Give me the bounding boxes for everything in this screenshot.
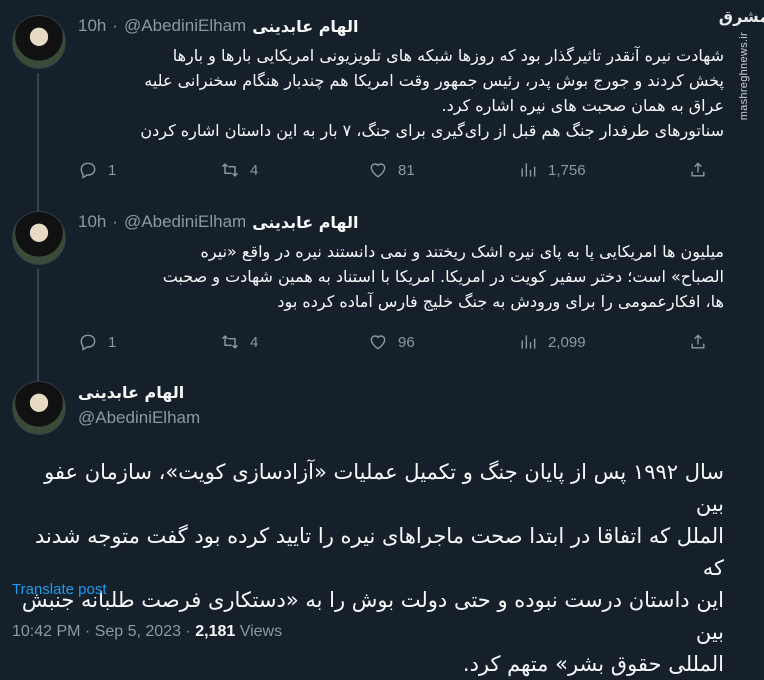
reply-button[interactable]: 1 (78, 160, 116, 180)
analytics-icon (521, 163, 536, 177)
share-button[interactable] (688, 160, 708, 180)
text-line: سال ۱۹۹۲ پس از پایان جنگ و تکمیل عملیات … (44, 460, 724, 516)
avatar[interactable] (12, 15, 66, 69)
heart-icon (370, 335, 386, 350)
author-name[interactable]: الهام عابدینی (78, 383, 200, 402)
watermark-site: mashreghnews.ir (738, 32, 750, 121)
timestamp[interactable]: 10:42 PM · Sep 5, 2023 · (12, 623, 195, 640)
tweet-text: میلیون ها امریکایی پا به پای نیره اشک ری… (78, 239, 724, 314)
main-tweet-text: سال ۱۹۹۲ پس از پایان جنگ و تکمیل عملیات … (12, 456, 724, 680)
separator-dot: · (112, 16, 119, 35)
reply-button[interactable]: 1 (78, 332, 116, 352)
text-line: الصباح» است؛ دختر سفیر کویت در امریکا. ا… (162, 267, 724, 286)
text-line: میلیون ها امریکایی پا به پای نیره اشک ری… (200, 242, 724, 261)
views-button[interactable]: 1,756 (518, 160, 586, 180)
like-count: 96 (398, 333, 415, 351)
time[interactable]: 10h (78, 212, 106, 232)
watermark: مشرق mashreghnews.ir (719, 8, 764, 148)
thread-line (37, 73, 39, 213)
share-button[interactable] (688, 332, 708, 352)
reply-count: 1 (108, 333, 117, 351)
text-line: المللی حقوق بشر» متهم کرد. (462, 652, 724, 676)
separator-dot: · (112, 212, 119, 231)
analytics-icon (521, 335, 536, 349)
views-count: 1,756 (548, 161, 586, 179)
thread-line (37, 269, 39, 387)
text-line: ها، افکارعمومی را برای ورودش به جنگ خلیج… (277, 292, 724, 311)
text-line: عراق به همان صحبت های نیره اشاره کرد. (441, 96, 724, 115)
heart-icon (370, 163, 386, 178)
tweet-text: شهادت نیره آنقدر تاثیرگذار بود که روزها … (78, 43, 724, 143)
author-handle[interactable]: @AbediniElham (78, 408, 200, 428)
repost-button[interactable]: 4 (220, 332, 258, 352)
repost-button[interactable]: 4 (220, 160, 258, 180)
translate-post-link[interactable]: Translate post (12, 581, 107, 598)
reply-icon (80, 162, 96, 179)
text-line: الملل که اتفاقا در ابتدا صحت ماجراهای نی… (35, 524, 724, 580)
author-handle[interactable]: @AbediniElham (124, 212, 246, 232)
views-button[interactable]: 2,099 (518, 332, 586, 352)
post-meta: 10:42 PM · Sep 5, 2023 · 2,181 Views (12, 623, 282, 641)
share-icon (691, 334, 705, 349)
text-line: پخش کردند و جورج بوش پدر، رئیس جمهور وقت… (144, 71, 724, 90)
repost-count: 4 (250, 161, 259, 179)
avatar[interactable] (12, 211, 66, 265)
repost-icon (221, 335, 239, 349)
time[interactable]: 10h (78, 16, 106, 36)
views-count: 2,181 (195, 623, 236, 640)
repost-icon (221, 163, 239, 177)
reply-count: 1 (108, 161, 117, 179)
watermark-logo: مشرق (718, 7, 764, 26)
views-count: 2,099 (548, 333, 586, 351)
tweet-1[interactable]: 10h · @AbediniElham الهام عابدینی شهادت … (0, 15, 724, 213)
author-name[interactable]: الهام عابدینی (252, 213, 358, 232)
author-name[interactable]: الهام عابدینی (252, 17, 358, 36)
reply-icon (80, 334, 96, 351)
share-icon (691, 162, 705, 177)
views-label: Views (235, 623, 283, 640)
author-handle[interactable]: @AbediniElham (124, 16, 246, 36)
like-button[interactable]: 81 (368, 160, 415, 180)
avatar[interactable] (12, 381, 66, 435)
like-button[interactable]: 96 (368, 332, 415, 352)
like-count: 81 (398, 161, 415, 179)
text-line: سناتورهای طرفدار جنگ هم قبل از رای‌گیری … (140, 121, 724, 140)
tweet-2[interactable]: 10h · @AbediniElham الهام عابدینی میلیون… (0, 211, 724, 387)
repost-count: 4 (250, 333, 259, 351)
text-line: شهادت نیره آنقدر تاثیرگذار بود که روزها … (172, 46, 724, 65)
